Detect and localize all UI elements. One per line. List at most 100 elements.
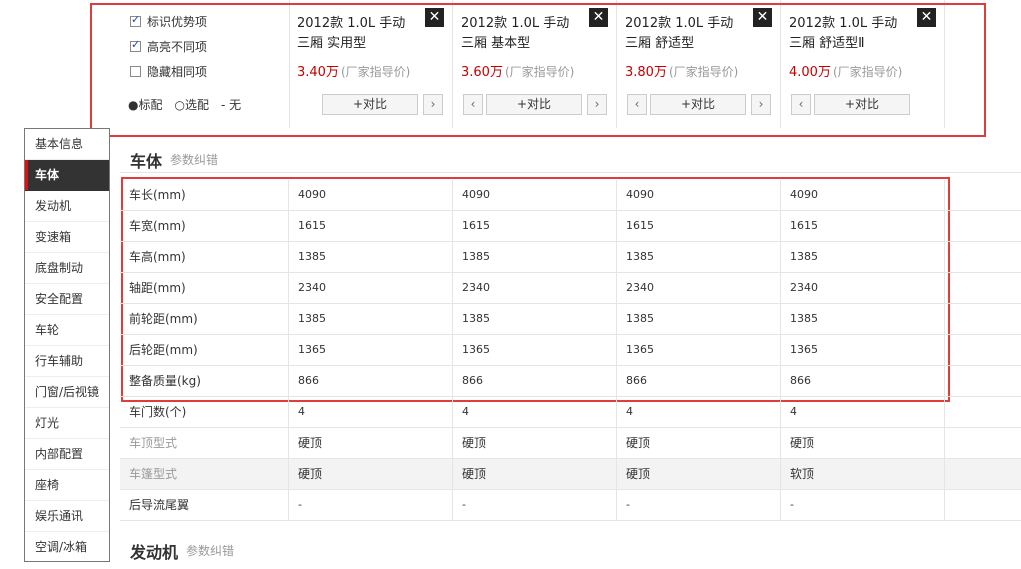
table-cell: 1385 [617, 242, 781, 272]
nav-item[interactable]: 发动机 [25, 191, 109, 222]
move-left-button[interactable]: ‹ [627, 94, 647, 115]
move-right-button[interactable]: › [587, 94, 607, 115]
car-name-line2: 三厢 舒适型Ⅱ [789, 36, 865, 51]
report-error-link-body[interactable]: 参数纠错 [170, 151, 218, 168]
section-title-engine: 发动机 [130, 543, 179, 562]
nav-item[interactable]: 变速箱 [25, 222, 109, 253]
table-cell: 1385 [289, 304, 453, 334]
row-label: 车门数(个) [120, 397, 289, 427]
row-label: 车顶型式 [120, 428, 289, 458]
row-label: 车宽(mm) [120, 211, 289, 241]
display-options: 标识优势项 高亮不同项 隐藏相同项 ●标配 ○选配 - 无 [120, 0, 290, 128]
add-compare-button[interactable]: +对比 [486, 94, 582, 115]
nav-item[interactable]: 灯光 [25, 408, 109, 439]
legend-standard: ●标配 [128, 98, 163, 112]
mark-advantage-checkbox[interactable] [130, 13, 141, 27]
price-line: 3.60万 (厂家指导价) [461, 61, 574, 80]
mark-advantage-option[interactable]: 标识优势项 [130, 13, 207, 30]
highlight-diff-checkbox[interactable] [130, 38, 141, 52]
nav-item[interactable]: 车轮 [25, 315, 109, 346]
add-compare-button[interactable]: +对比 [814, 94, 910, 115]
table-cell: 4090 [617, 180, 781, 210]
remove-car-button[interactable]: ✕ [917, 8, 936, 27]
nav-item[interactable]: 车体 [25, 160, 109, 191]
table-cell: 2340 [289, 273, 453, 303]
nav-item[interactable]: 底盘制动 [25, 253, 109, 284]
nav-item[interactable]: 座椅 [25, 470, 109, 501]
nav-item-label: 车体 [35, 168, 60, 182]
table-cell: 2340 [781, 273, 945, 303]
nav-item[interactable]: 空调/冰箱 [25, 532, 109, 563]
nav-item[interactable]: 行车辅助 [25, 346, 109, 377]
table-row: 车篷型式 硬顶 硬顶 硬顶 软顶 [120, 459, 1021, 490]
table-cell: 1385 [781, 242, 945, 272]
table-cell: 硬顶 [289, 428, 453, 458]
remove-car-button[interactable]: ✕ [425, 8, 444, 27]
row-label: 车篷型式 [120, 459, 289, 489]
report-error-link-engine[interactable]: 参数纠错 [186, 542, 234, 559]
nav-item-label: 门窗/后视镜 [35, 385, 100, 399]
car-price: 4.00万 [789, 65, 831, 80]
nav-item-label: 安全配置 [35, 292, 84, 306]
highlight-diff-option[interactable]: 高亮不同项 [130, 38, 207, 55]
table-cell: 硬顶 [453, 459, 617, 489]
table-row: 车长(mm) 4090 4090 4090 4090 [120, 180, 1021, 211]
remove-car-button[interactable]: ✕ [753, 8, 772, 27]
table-cell: 4090 [781, 180, 945, 210]
nav-item[interactable]: 娱乐通讯 [25, 501, 109, 532]
move-left-button[interactable]: ‹ [463, 94, 483, 115]
compare-header: 标识优势项 高亮不同项 隐藏相同项 ●标配 ○选配 - 无 2012款 1.0L… [120, 0, 1021, 128]
active-indicator [25, 160, 28, 190]
nav-item[interactable]: 安全配置 [25, 284, 109, 315]
car-name-line1: 2012款 1.0L 手动 [625, 16, 734, 31]
hide-same-checkbox[interactable] [130, 66, 141, 77]
row-label: 车高(mm) [120, 242, 289, 272]
table-cell: - [617, 490, 781, 520]
car-name[interactable]: 2012款 1.0L 手动 三厢 基本型 [461, 14, 586, 54]
car-name[interactable]: 2012款 1.0L 手动 三厢 舒适型 [625, 14, 750, 54]
move-right-button[interactable]: › [423, 94, 443, 115]
car-price: 3.40万 [297, 65, 339, 80]
nav-item[interactable]: 门窗/后视镜 [25, 377, 109, 408]
remove-car-button[interactable]: ✕ [589, 8, 608, 27]
price-note: (厂家指导价) [832, 65, 903, 79]
table-cell: 1385 [453, 242, 617, 272]
highlight-diff-label: 高亮不同项 [147, 40, 208, 54]
table-cell: 1615 [453, 211, 617, 241]
table-cell: - [289, 490, 453, 520]
nav-item-label: 座椅 [35, 478, 60, 492]
table-row: 车宽(mm) 1615 1615 1615 1615 [120, 211, 1021, 242]
add-compare-button[interactable]: +对比 [322, 94, 418, 115]
add-compare-button[interactable]: +对比 [650, 94, 746, 115]
nav-item-label: 内部配置 [35, 447, 84, 461]
table-cell: 软顶 [781, 459, 945, 489]
table-row: 车顶型式 硬顶 硬顶 硬顶 硬顶 [120, 428, 1021, 459]
car-price: 3.80万 [625, 65, 667, 80]
section-header-body: 车体 参数纠错 [120, 142, 1021, 173]
move-left-button[interactable]: ‹ [791, 94, 811, 115]
car-column: 2012款 1.0L 手动 三厢 舒适型 ✕ 3.80万 (厂家指导价) ‹ +对比… [617, 0, 781, 128]
car-name-line2: 三厢 舒适型 [625, 36, 695, 51]
car-name[interactable]: 2012款 1.0L 手动 三厢 舒适型Ⅱ [789, 14, 914, 54]
price-line: 4.00万 (厂家指导价) [789, 61, 902, 80]
car-column: 2012款 1.0L 手动 三厢 实用型 ✕ 3.40万 (厂家指导价) +对比 › [289, 0, 453, 128]
table-cell: 866 [617, 366, 781, 396]
hide-same-label: 隐藏相同项 [147, 65, 208, 79]
price-note: (厂家指导价) [504, 65, 575, 79]
hide-same-option[interactable]: 隐藏相同项 [130, 63, 207, 80]
car-name[interactable]: 2012款 1.0L 手动 三厢 实用型 [297, 14, 422, 54]
move-right-button[interactable]: › [751, 94, 771, 115]
row-label: 后轮距(mm) [120, 335, 289, 365]
table-cell: 4 [289, 397, 453, 427]
table-cell: 硬顶 [781, 428, 945, 458]
table-cell: 1365 [289, 335, 453, 365]
legend-optional: ○选配 [174, 98, 209, 112]
price-line: 3.80万 (厂家指导价) [625, 61, 738, 80]
table-cell: 1385 [289, 242, 453, 272]
table-row: 整备质量(kg) 866 866 866 866 [120, 366, 1021, 397]
table-cell: 1615 [289, 211, 453, 241]
nav-item[interactable]: 基本信息 [25, 129, 109, 160]
table-cell: 1385 [453, 304, 617, 334]
nav-item[interactable]: 内部配置 [25, 439, 109, 470]
table-cell: 1365 [617, 335, 781, 365]
